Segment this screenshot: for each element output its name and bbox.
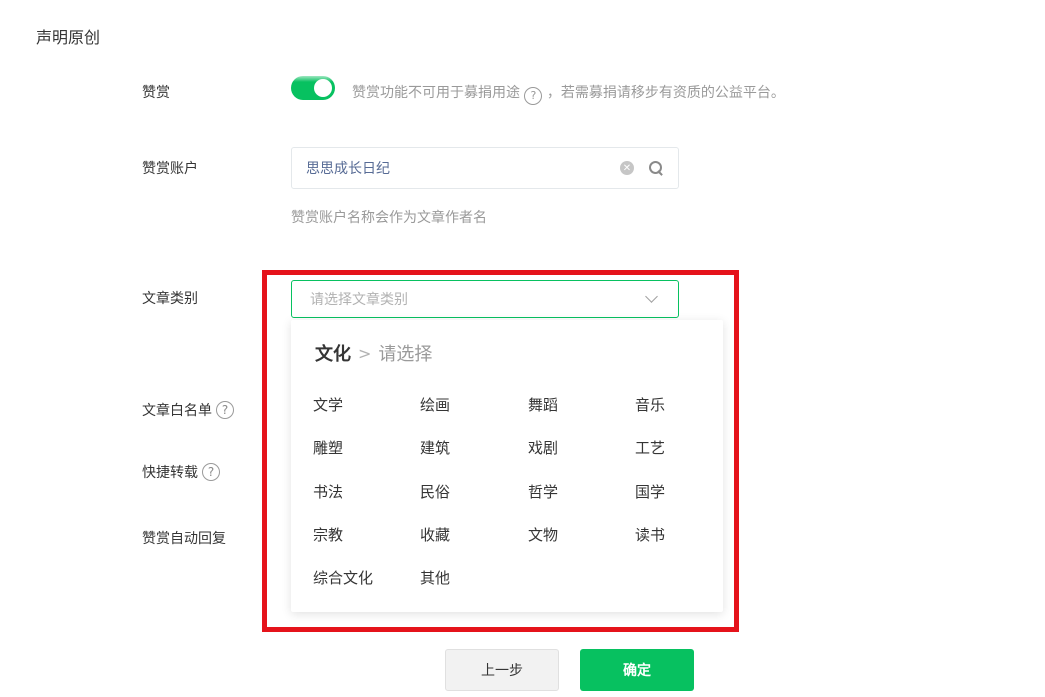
quick-repost-label: 快捷转载 ? — [142, 462, 220, 482]
category-option[interactable]: 哲学 — [528, 481, 558, 502]
category-option[interactable]: 雕塑 — [313, 437, 343, 458]
category-option[interactable]: 建筑 — [420, 437, 450, 458]
auto-reply-label: 赞赏自动回复 — [142, 531, 226, 547]
breadcrumb-current[interactable]: 文化 — [315, 340, 351, 366]
prev-button[interactable]: 上一步 — [445, 649, 559, 691]
account-value: 思思成长日纪 — [306, 161, 390, 177]
category-option[interactable]: 其他 — [420, 567, 450, 588]
reward-label: 赞赏 — [142, 85, 170, 101]
breadcrumb-prompt: 请选择 — [378, 344, 433, 365]
category-option[interactable]: 绘画 — [420, 394, 450, 415]
reward-help-icon[interactable]: ? — [524, 86, 543, 105]
category-label: 文章类别 — [142, 291, 198, 307]
category-option[interactable]: 收藏 — [420, 524, 450, 545]
account-label: 赞赏账户 — [142, 161, 198, 177]
category-option[interactable]: 综合文化 — [313, 567, 373, 588]
chevron-right-icon: > — [358, 343, 372, 363]
account-hint: 赞赏账户名称会作为文章作者名 — [291, 210, 487, 226]
category-option[interactable]: 戏剧 — [528, 437, 558, 458]
category-option[interactable]: 文学 — [313, 394, 343, 415]
confirm-button[interactable]: 确定 — [580, 649, 694, 691]
page-title: 声明原创 — [36, 28, 101, 47]
category-select[interactable]: 请选择文章类别 — [291, 280, 679, 318]
category-dropdown: 文化 > 请选择 文学 绘画 舞蹈 音乐雕塑 建筑 戏剧 工艺书法 民俗 哲学 国学宗教 收藏 文物 读… — [291, 320, 723, 612]
category-option[interactable]: 民俗 — [420, 481, 450, 502]
category-placeholder: 请选择文章类别 — [310, 292, 408, 308]
scroll-mask — [0, 60, 1045, 82]
category-option[interactable]: 国学 — [635, 481, 665, 502]
category-option[interactable]: 音乐 — [635, 394, 665, 415]
category-option[interactable]: 舞蹈 — [528, 394, 558, 415]
reward-description: 赞赏功能不可用于募捐用途 ? ，若需募捐请移步有资质的公益平台。 — [352, 82, 785, 105]
quick-repost-help-icon[interactable]: ? — [202, 463, 220, 481]
category-breadcrumb: 文化 > 请选择 — [315, 340, 432, 366]
category-option[interactable]: 书法 — [313, 481, 343, 502]
whitelist-help-icon[interactable]: ? — [216, 401, 234, 419]
category-option[interactable]: 宗教 — [313, 524, 343, 545]
search-icon[interactable] — [648, 160, 664, 176]
chevron-down-icon — [645, 289, 658, 303]
clear-icon[interactable]: ✕ — [620, 161, 634, 175]
category-option[interactable]: 工艺 — [635, 437, 665, 458]
account-input[interactable]: 思思成长日纪 ✕ — [291, 147, 679, 189]
whitelist-label: 文章白名单 ? — [142, 400, 234, 420]
category-option[interactable]: 文物 — [528, 524, 558, 545]
category-option[interactable]: 读书 — [635, 524, 665, 545]
